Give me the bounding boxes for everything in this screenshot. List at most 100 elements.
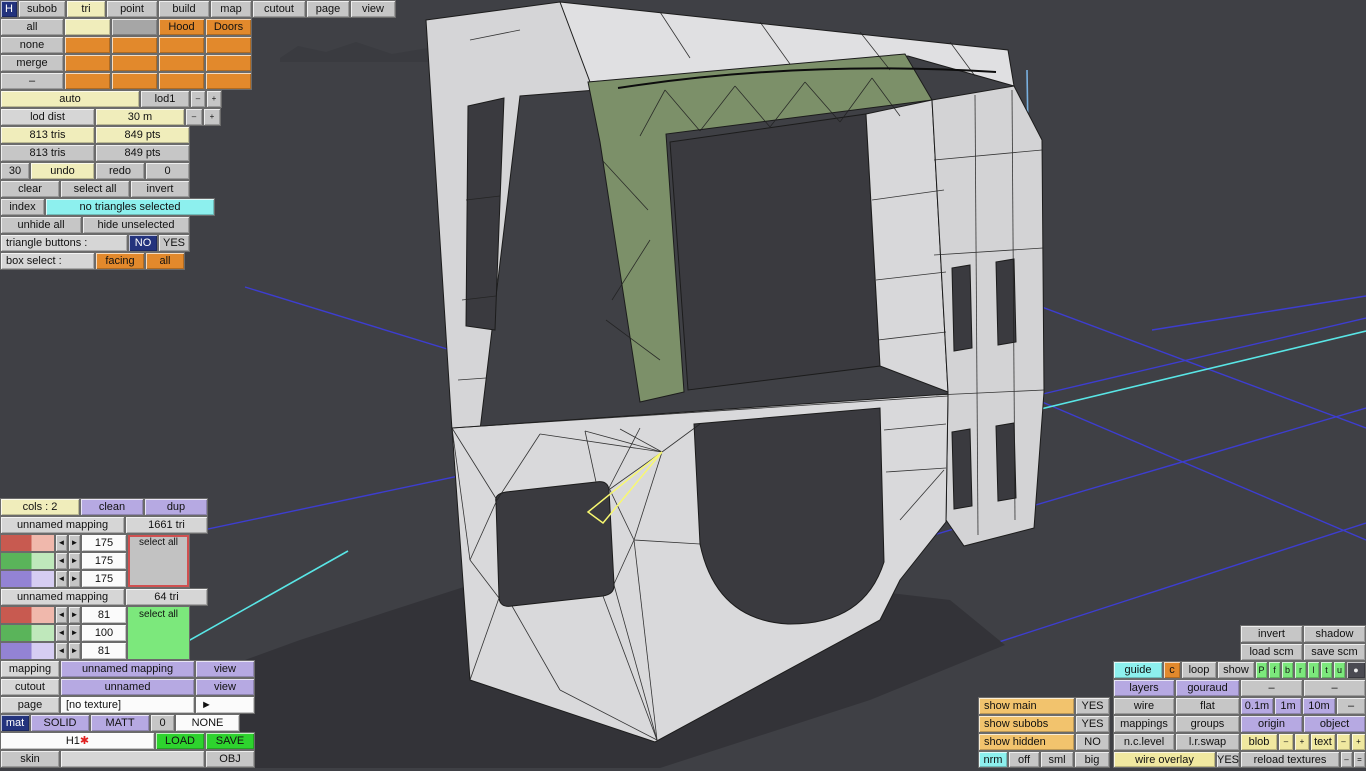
mapping-group-name[interactable]: unnamed mapping [0,516,125,534]
subob-slot[interactable] [205,36,252,54]
lod-level-button[interactable]: lod1 [140,90,190,108]
tab-point[interactable]: point [106,0,158,18]
lrswap-button[interactable]: l.r.swap [1175,733,1240,751]
flat-button[interactable]: flat [1175,697,1240,715]
subob-slot[interactable] [111,18,158,36]
tab-map[interactable]: map [210,0,252,18]
skin-button[interactable]: skin [0,750,60,768]
triangle-buttons-yes[interactable]: YES [158,234,190,252]
slider-right-button[interactable]: ► [68,570,81,588]
view-toggle-b[interactable]: b [1281,661,1294,679]
subob-slot[interactable] [205,54,252,72]
show-subobs-toggle[interactable]: YES [1075,715,1110,733]
reload-textures-button[interactable]: reload textures [1240,751,1340,768]
subob-slot[interactable] [64,36,111,54]
subob-slot[interactable] [111,36,158,54]
tab-tri[interactable]: tri [66,0,106,18]
slider-value[interactable]: 175 [81,552,127,570]
lod-dist-plus-button[interactable]: + [203,108,221,126]
grid-10m-button[interactable]: 10m [1302,697,1336,715]
object-button[interactable]: object [1303,715,1366,733]
subob-slot[interactable] [158,54,205,72]
subob-merge-button[interactable]: merge [0,54,64,72]
slider-value[interactable]: 175 [81,534,127,552]
subob-slot[interactable] [64,54,111,72]
slider-right-button[interactable]: ► [68,552,81,570]
grid-01m-button[interactable]: 0.1m [1240,697,1274,715]
page-texture-value[interactable]: [no texture] [60,696,195,714]
triangle-buttons-no[interactable]: NO [128,234,158,252]
groups-button[interactable]: groups [1175,715,1240,733]
mat-solid-button[interactable]: SOLID [30,714,90,732]
show-hidden-toggle[interactable]: NO [1075,733,1110,751]
slider-value[interactable]: 100 [81,624,127,642]
lod-auto-button[interactable]: auto [0,90,140,108]
mapping-name-button[interactable]: unnamed mapping [60,660,195,678]
file-name-field[interactable]: H1✱ [0,732,155,750]
tab-view[interactable]: view [350,0,396,18]
show-button[interactable]: show [1217,661,1255,679]
undo-button[interactable]: undo [30,162,95,180]
color-slider-red[interactable] [0,534,55,552]
view-toggle-p[interactable]: P [1255,661,1268,679]
redo-button[interactable]: redo [95,162,145,180]
page-next-button[interactable]: ► [195,696,255,714]
view-toggle-u[interactable]: u [1333,661,1346,679]
slider-value[interactable]: 81 [81,642,127,660]
dash-button[interactable]: – [1336,697,1366,715]
wire-button[interactable]: wire [1113,697,1175,715]
invert-button[interactable]: invert [130,180,190,198]
box-select-all[interactable]: all [145,252,185,270]
guide-button[interactable]: guide [1113,661,1163,679]
slider-value[interactable]: 81 [81,606,127,624]
nrm-button[interactable]: nrm [978,751,1008,768]
select-all-button[interactable]: select all [60,180,130,198]
index-button[interactable]: index [0,198,45,216]
color-slider-purple[interactable] [0,570,55,588]
slider-left-button[interactable]: ◄ [55,642,68,660]
view-toggle-r[interactable]: r [1294,661,1307,679]
box-select-facing[interactable]: facing [95,252,145,270]
view-toggle-t[interactable]: t [1320,661,1333,679]
wire-overlay-button[interactable]: wire overlay [1113,751,1216,768]
show-main-toggle[interactable]: YES [1075,697,1110,715]
save-scm-button[interactable]: save scm [1303,643,1366,661]
mapping-group-name[interactable]: unnamed mapping [0,588,125,606]
obj-button[interactable]: OBJ [205,750,255,768]
gouraud-button[interactable]: gouraud [1175,679,1240,697]
hide-unselected-button[interactable]: hide unselected [82,216,190,234]
dup-button[interactable]: dup [144,498,208,516]
nrm-sml-button[interactable]: sml [1040,751,1074,768]
wire-overlay-toggle[interactable]: YES [1216,751,1240,768]
slider-left-button[interactable]: ◄ [55,570,68,588]
lod-plus-button[interactable]: + [206,90,222,108]
color-slider-red[interactable] [0,606,55,624]
layers-button[interactable]: layers [1113,679,1175,697]
cutout-name-button[interactable]: unnamed [60,678,195,696]
tab-subob[interactable]: subob [18,0,66,18]
slider-left-button[interactable]: ◄ [55,552,68,570]
reload-minus-button[interactable]: – [1340,751,1353,768]
color-slider-purple[interactable] [0,642,55,660]
group-select-all-button[interactable]: select all [127,606,190,660]
text-plus-button[interactable]: + [1351,733,1366,751]
tab-build[interactable]: build [158,0,210,18]
unhide-all-button[interactable]: unhide all [0,216,82,234]
clean-button[interactable]: clean [80,498,144,516]
view-toggle-f[interactable]: f [1268,661,1281,679]
cutout-view-button[interactable]: view [195,678,255,696]
dash-button[interactable]: – [1303,679,1366,697]
slider-left-button[interactable]: ◄ [55,606,68,624]
reload-eq-button[interactable]: = [1353,751,1366,768]
slider-left-button[interactable]: ◄ [55,624,68,642]
dash-button[interactable]: – [1240,679,1303,697]
mat-matt-button[interactable]: MATT [90,714,150,732]
tab-cutout[interactable]: cutout [252,0,306,18]
load-button[interactable]: LOAD [155,732,205,750]
subob-slot[interactable] [64,18,111,36]
lod-minus-button[interactable]: – [190,90,206,108]
tab-page[interactable]: page [306,0,350,18]
subob-slot[interactable] [111,72,158,90]
subob-slot[interactable] [111,54,158,72]
subob-slot[interactable] [205,72,252,90]
